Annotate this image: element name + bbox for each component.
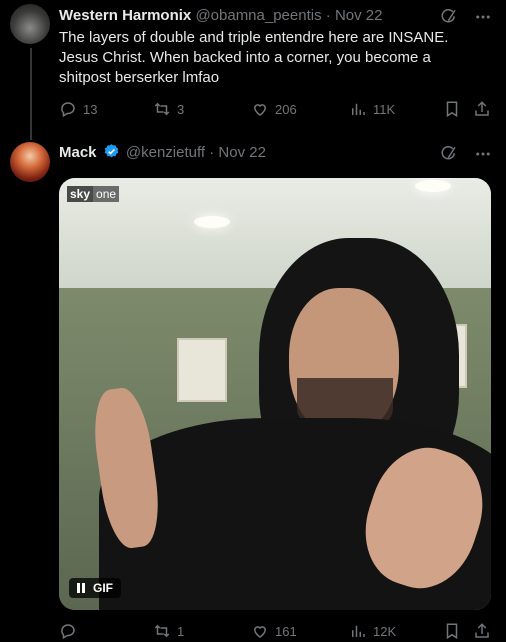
tweet-2[interactable]: Mack @kenzietuff · Nov 22 sky one GIF 1 …	[0, 0, 506, 640]
verified-badge-icon	[104, 144, 119, 158]
bookmark-icon	[446, 623, 458, 640]
bookmark-button[interactable]	[443, 622, 461, 640]
wall-frame	[177, 338, 227, 402]
grok-icon[interactable]	[440, 145, 458, 163]
retweet-count: 1	[177, 623, 185, 639]
retweet-button[interactable]: 1	[153, 622, 184, 640]
separator: ·	[209, 144, 215, 161]
author-handle[interactable]: @kenzietuff	[126, 144, 205, 161]
pause-icon[interactable]	[77, 583, 85, 593]
reply-button[interactable]	[59, 622, 83, 640]
channel-logo: sky one	[67, 186, 120, 202]
logo-primary: sky	[67, 186, 94, 202]
author-name[interactable]: Mack	[59, 144, 97, 161]
gif-label: GIF	[93, 581, 113, 595]
share-icon	[475, 623, 489, 638]
share-button[interactable]	[473, 622, 491, 640]
like-button[interactable]: 161	[251, 622, 297, 640]
ceiling-light	[194, 216, 230, 228]
like-count: 161	[275, 623, 297, 639]
reply-icon	[61, 624, 75, 640]
gif-media[interactable]: sky one GIF	[59, 178, 491, 610]
tweet-date[interactable]: Nov 22	[218, 144, 266, 161]
avatar[interactable]	[10, 142, 50, 182]
tweet-header: Mack @kenzietuff · Nov 22	[59, 143, 266, 163]
views-button[interactable]: 12K	[349, 622, 396, 640]
ceiling-light	[415, 180, 451, 192]
tweet-top-actions	[440, 145, 492, 163]
views-icon	[352, 625, 365, 637]
retweet-icon	[154, 624, 170, 638]
tweet-actions: 1 161 12K	[59, 622, 495, 642]
more-icon[interactable]	[474, 145, 492, 163]
heart-icon	[253, 626, 267, 638]
logo-secondary: one	[93, 186, 120, 202]
gif-badge[interactable]: GIF	[69, 578, 121, 598]
views-count: 12K	[373, 623, 397, 639]
